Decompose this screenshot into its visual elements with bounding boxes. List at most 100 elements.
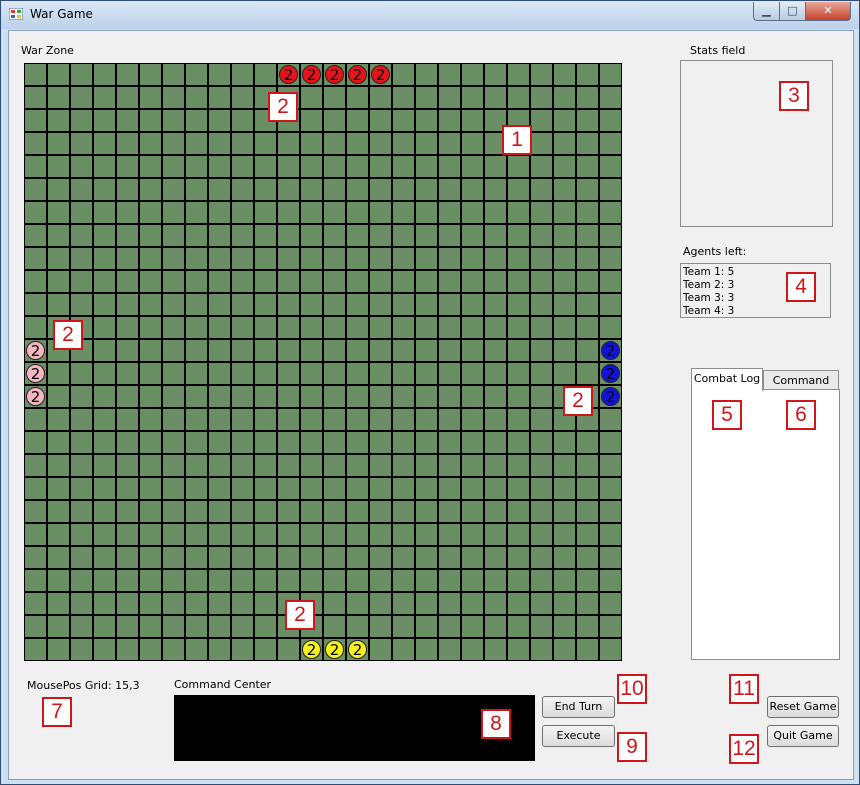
grid-cell[interactable] <box>232 225 253 246</box>
grid-cell[interactable] <box>370 478 391 499</box>
grid-cell[interactable] <box>255 386 276 407</box>
grid-cell[interactable] <box>232 202 253 223</box>
grid-cell[interactable] <box>347 432 368 453</box>
grid-cell[interactable] <box>48 409 69 430</box>
grid-cell[interactable] <box>163 409 184 430</box>
grid-cell[interactable] <box>370 110 391 131</box>
grid-cell[interactable] <box>301 87 322 108</box>
grid-cell[interactable] <box>186 524 207 545</box>
grid-cell[interactable] <box>25 478 46 499</box>
grid-cell[interactable] <box>508 593 529 614</box>
grid-cell[interactable] <box>439 294 460 315</box>
grid-cell[interactable] <box>140 271 161 292</box>
grid-cell[interactable] <box>554 524 575 545</box>
grid-cell[interactable] <box>232 156 253 177</box>
grid-cell[interactable] <box>25 616 46 637</box>
grid-cell[interactable] <box>531 340 552 361</box>
grid-cell[interactable] <box>439 202 460 223</box>
grid-cell[interactable] <box>94 271 115 292</box>
grid-cell[interactable] <box>531 317 552 338</box>
grid-cell[interactable] <box>94 317 115 338</box>
grid-cell[interactable] <box>117 639 138 660</box>
grid-cell[interactable] <box>163 248 184 269</box>
grid-cell[interactable] <box>117 432 138 453</box>
grid-cell[interactable] <box>416 570 437 591</box>
grid-cell[interactable] <box>462 639 483 660</box>
grid-cell[interactable] <box>508 87 529 108</box>
grid-cell[interactable] <box>347 478 368 499</box>
grid-cell[interactable] <box>232 501 253 522</box>
grid-cell[interactable] <box>25 524 46 545</box>
grid-cell[interactable] <box>255 294 276 315</box>
grid-cell[interactable] <box>531 547 552 568</box>
grid-cell[interactable] <box>232 455 253 476</box>
grid-cell[interactable] <box>209 639 230 660</box>
maximize-button[interactable]: □ <box>779 2 806 21</box>
grid-cell[interactable] <box>393 64 414 85</box>
grid-cell[interactable] <box>324 547 345 568</box>
grid-cell[interactable] <box>600 547 621 568</box>
grid-cell[interactable] <box>232 639 253 660</box>
grid-cell[interactable] <box>439 110 460 131</box>
grid-cell[interactable] <box>117 616 138 637</box>
grid-cell[interactable] <box>25 570 46 591</box>
grid-cell[interactable] <box>485 87 506 108</box>
grid-cell[interactable] <box>255 570 276 591</box>
grid-cell[interactable] <box>347 547 368 568</box>
grid-cell[interactable] <box>48 156 69 177</box>
grid-cell[interactable] <box>577 478 598 499</box>
grid-cell[interactable] <box>439 455 460 476</box>
grid-cell[interactable] <box>255 317 276 338</box>
grid-cell[interactable] <box>439 340 460 361</box>
grid-cell[interactable] <box>416 616 437 637</box>
grid-cell[interactable] <box>508 271 529 292</box>
grid-cell[interactable] <box>600 501 621 522</box>
grid-cell[interactable] <box>186 133 207 154</box>
grid-cell[interactable] <box>186 432 207 453</box>
grid-cell[interactable] <box>255 639 276 660</box>
grid-cell[interactable] <box>531 639 552 660</box>
grid-cell[interactable] <box>531 570 552 591</box>
grid-cell[interactable] <box>439 432 460 453</box>
grid-cell[interactable] <box>600 294 621 315</box>
grid-cell[interactable] <box>462 110 483 131</box>
grid-cell[interactable] <box>209 363 230 384</box>
grid-cell[interactable] <box>278 294 299 315</box>
grid-cell[interactable] <box>71 294 92 315</box>
grid-cell[interactable] <box>94 133 115 154</box>
grid-cell[interactable] <box>71 156 92 177</box>
grid-cell[interactable] <box>71 110 92 131</box>
grid-cell[interactable] <box>347 340 368 361</box>
grid-cell[interactable] <box>577 363 598 384</box>
grid-cell[interactable] <box>600 593 621 614</box>
grid-cell[interactable] <box>301 340 322 361</box>
grid-cell[interactable] <box>301 501 322 522</box>
grid-cell[interactable] <box>393 110 414 131</box>
grid-cell[interactable] <box>554 570 575 591</box>
grid-cell[interactable] <box>255 271 276 292</box>
grid-cell[interactable] <box>324 271 345 292</box>
tab-combat-log[interactable]: Combat Log <box>691 368 763 391</box>
grid-cell[interactable] <box>393 547 414 568</box>
grid-cell[interactable] <box>163 593 184 614</box>
grid-cell[interactable] <box>485 501 506 522</box>
grid-cell[interactable] <box>439 547 460 568</box>
grid-cell[interactable] <box>485 317 506 338</box>
grid-cell[interactable] <box>324 478 345 499</box>
grid-cell[interactable] <box>485 363 506 384</box>
grid-cell[interactable] <box>508 317 529 338</box>
grid-cell[interactable] <box>600 248 621 269</box>
grid-cell[interactable] <box>163 133 184 154</box>
grid-cell[interactable] <box>232 64 253 85</box>
grid-cell[interactable] <box>71 455 92 476</box>
grid-cell[interactable] <box>48 248 69 269</box>
grid-cell[interactable] <box>140 294 161 315</box>
grid-cell[interactable] <box>508 455 529 476</box>
grid-cell[interactable] <box>71 271 92 292</box>
grid-cell[interactable] <box>600 156 621 177</box>
grid-cell[interactable] <box>117 317 138 338</box>
grid-cell[interactable] <box>347 202 368 223</box>
grid-cell[interactable] <box>25 110 46 131</box>
grid-cell[interactable] <box>508 179 529 200</box>
grid-cell[interactable] <box>347 317 368 338</box>
